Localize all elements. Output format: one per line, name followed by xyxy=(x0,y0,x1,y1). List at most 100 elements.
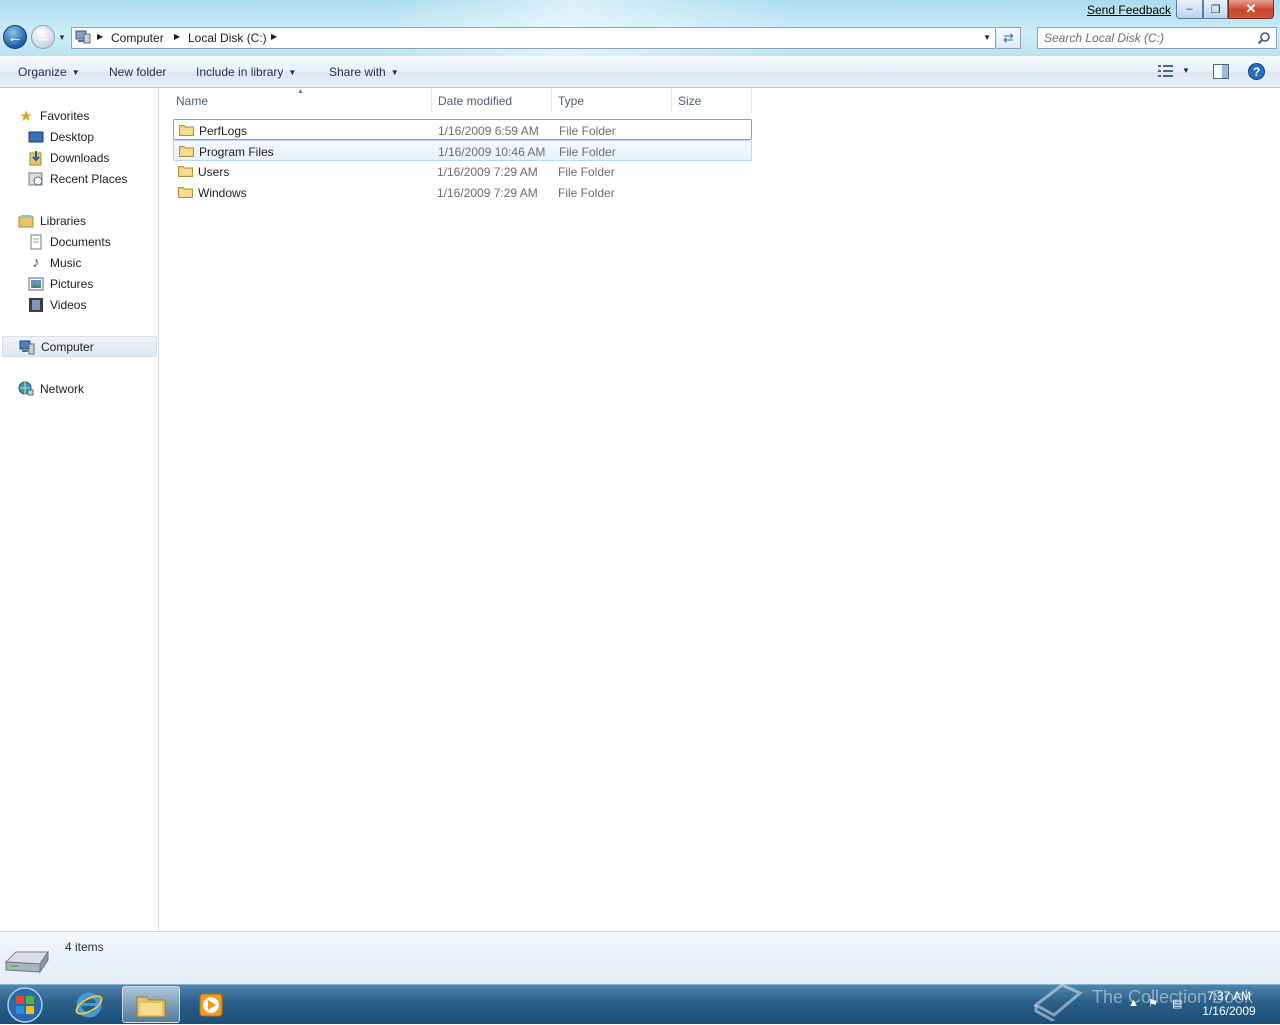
refresh-button[interactable]: ⇄ xyxy=(997,27,1021,49)
nav-favorites-label: Favorites xyxy=(40,108,90,123)
taskbar-windows-explorer[interactable] xyxy=(122,986,180,1023)
close-button[interactable]: ✕ xyxy=(1228,0,1274,19)
breadcrumb-separator-icon[interactable]: ▶ xyxy=(97,32,103,41)
network-icon xyxy=(18,381,34,395)
recent-pages-dropdown-icon[interactable]: ▼ xyxy=(58,33,66,42)
taskbar-internet-explorer[interactable] xyxy=(60,986,118,1023)
nav-documents-label: Documents xyxy=(50,234,111,249)
nav-computer-label: Computer xyxy=(41,339,94,354)
forward-button[interactable]: → xyxy=(31,25,55,49)
file-date: 1/16/2009 7:29 AM xyxy=(437,165,538,179)
chevron-down-icon: ▼ xyxy=(390,68,399,77)
clock[interactable]: 7:37 AM 1/16/2009 xyxy=(1198,989,1260,1019)
nav-videos[interactable]: Videos xyxy=(28,294,86,315)
breadcrumb-separator-icon[interactable]: ▶ xyxy=(174,32,180,41)
network-tray-icon[interactable]: ▤ xyxy=(1172,997,1182,1010)
address-bar[interactable]: ▶ Computer ▶ Local Disk (C:) ▶ ▼ xyxy=(71,27,996,49)
organize-label: Organize xyxy=(18,65,67,79)
desktop-icon xyxy=(28,131,44,142)
breadcrumb-separator-icon[interactable]: ▶ xyxy=(271,32,277,41)
nav-downloads-label: Downloads xyxy=(50,150,110,165)
nav-favorites[interactable]: ★ Favorites xyxy=(18,105,89,126)
folder-icon xyxy=(179,146,194,157)
column-header-date-modified[interactable]: Date modified xyxy=(432,88,552,113)
chevron-down-icon: ▼ xyxy=(288,68,297,77)
command-bar: Organize ▼ New folder Include in library ▼… xyxy=(0,56,1280,88)
nav-pictures-label: Pictures xyxy=(50,276,94,291)
forward-arrow-icon: → xyxy=(35,28,51,46)
nav-computer[interactable]: Computer xyxy=(2,336,157,357)
file-type: File Folder xyxy=(558,186,615,200)
computer-icon xyxy=(19,340,35,354)
share-with-button[interactable]: Share with ▼ xyxy=(329,65,399,79)
recent-places-icon xyxy=(28,172,43,185)
chevron-down-icon: ▼ xyxy=(71,68,80,77)
start-button[interactable] xyxy=(3,985,47,1025)
music-icon: ♪ xyxy=(32,254,40,271)
column-type-label: Type xyxy=(558,93,585,108)
media-player-icon xyxy=(199,993,223,1016)
nav-documents[interactable]: Documents xyxy=(28,231,111,252)
file-list: Name ▲ Date modified Type Size PerfLogs … xyxy=(159,88,1280,931)
star-icon: ★ xyxy=(19,107,33,125)
clock-date: 1/16/2009 xyxy=(1202,1004,1256,1018)
restore-icon: ❐ xyxy=(1210,3,1221,16)
details-pane: 4 items xyxy=(0,931,1280,984)
file-type: File Folder xyxy=(559,124,616,138)
nav-recent-places[interactable]: Recent Places xyxy=(28,168,127,189)
nav-desktop[interactable]: Desktop xyxy=(28,126,94,147)
back-button[interactable]: ← xyxy=(3,25,27,49)
internet-explorer-icon xyxy=(75,992,103,1017)
nav-network[interactable]: Network xyxy=(18,378,84,399)
book-icon xyxy=(1033,983,1083,1021)
nav-downloads[interactable]: Downloads xyxy=(28,147,109,168)
nav-desktop-label: Desktop xyxy=(50,129,95,144)
folder-icon xyxy=(178,166,193,177)
column-header-type[interactable]: Type xyxy=(552,88,672,113)
breadcrumb-local-disk[interactable]: Local Disk (C:) xyxy=(188,31,267,45)
send-feedback-link[interactable]: Send Feedback xyxy=(1087,3,1171,17)
hard-drive-icon xyxy=(4,950,49,974)
search-icon[interactable] xyxy=(1257,31,1271,45)
search-box[interactable] xyxy=(1037,27,1277,49)
back-arrow-icon: ← xyxy=(7,28,23,46)
file-row-windows[interactable]: Windows 1/16/2009 7:29 AM File Folder xyxy=(173,182,752,203)
nav-videos-label: Videos xyxy=(50,297,87,312)
new-folder-button[interactable]: New folder xyxy=(109,65,166,79)
pictures-icon xyxy=(28,277,44,290)
documents-icon xyxy=(30,234,42,249)
computer-location-icon xyxy=(75,30,91,44)
nav-libraries[interactable]: Libraries xyxy=(18,210,86,231)
preview-pane-icon[interactable] xyxy=(1213,64,1229,79)
column-size-label: Size xyxy=(678,93,702,108)
nav-music[interactable]: ♪ Music xyxy=(28,252,81,273)
folder-icon xyxy=(179,125,194,136)
view-options-dropdown-icon[interactable]: ▼ xyxy=(1182,66,1190,75)
change-view-icon[interactable] xyxy=(1158,64,1174,78)
maximize-button[interactable]: ❐ xyxy=(1203,0,1228,19)
taskbar-media-player[interactable] xyxy=(182,986,240,1023)
help-icon[interactable]: ? xyxy=(1248,63,1265,80)
file-date: 1/16/2009 6:59 AM xyxy=(438,124,539,138)
address-dropdown-icon[interactable]: ▼ xyxy=(983,33,991,42)
navigation-pane: ★ Favorites Desktop Downloads Recent Pla… xyxy=(0,88,159,931)
file-row-program-files[interactable]: Program Files 1/16/2009 10:46 AM File Fo… xyxy=(173,140,752,161)
file-row-perflogs[interactable]: PerfLogs 1/16/2009 6:59 AM File Folder xyxy=(173,119,752,140)
downloads-icon xyxy=(29,150,42,165)
minimize-button[interactable]: ‒ xyxy=(1176,0,1203,19)
breadcrumb-computer[interactable]: Computer xyxy=(111,31,164,45)
file-row-users[interactable]: Users 1/16/2009 7:29 AM File Folder xyxy=(173,161,752,182)
file-type: File Folder xyxy=(559,145,616,159)
action-center-flag-icon[interactable]: ⚑ xyxy=(1148,997,1158,1010)
nav-network-label: Network xyxy=(40,381,85,396)
include-in-library-button[interactable]: Include in library ▼ xyxy=(196,65,296,79)
nav-pictures[interactable]: Pictures xyxy=(28,273,93,294)
taskbar: The Collection Book ▲ ⚑ ▤ 7:37 AM 1/16/2… xyxy=(0,983,1280,1025)
organize-button[interactable]: Organize ▼ xyxy=(18,65,80,79)
file-name: Users xyxy=(198,165,230,179)
show-hidden-icons-icon[interactable]: ▲ xyxy=(1128,997,1139,1009)
search-input[interactable] xyxy=(1044,30,1249,46)
clock-time: 7:37 AM xyxy=(1206,989,1252,1003)
file-name: Windows xyxy=(198,186,247,200)
column-header-size[interactable]: Size xyxy=(672,88,752,113)
